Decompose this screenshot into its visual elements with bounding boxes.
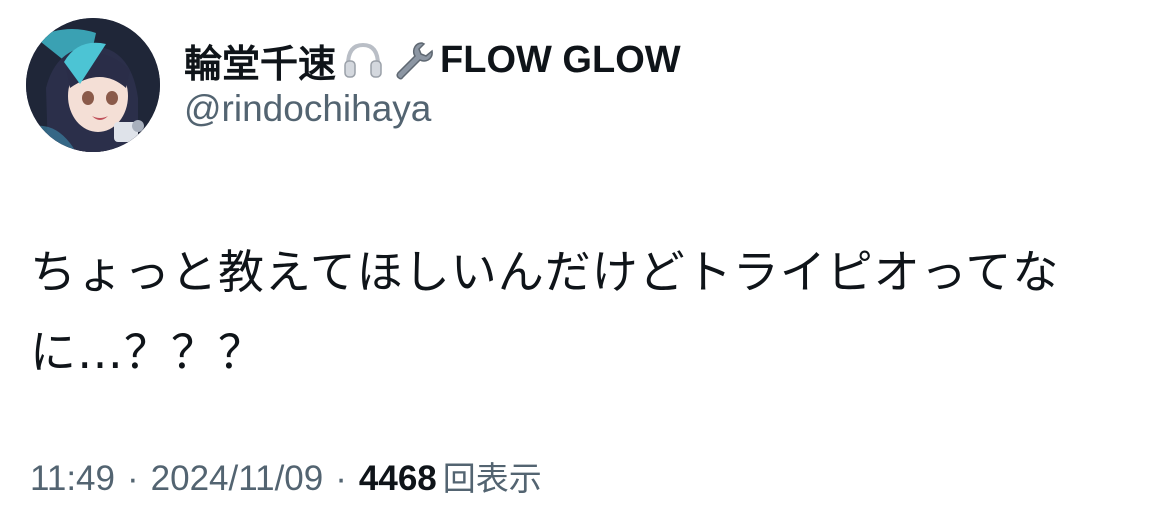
avatar-image (26, 18, 160, 152)
wrench-icon (390, 37, 436, 83)
author-handle[interactable]: @rindochihaya (184, 88, 431, 130)
avatar[interactable] (26, 18, 160, 152)
meta-separator: · (127, 459, 139, 498)
tweet-meta: 11:49 · 2024/11/09 · 4468 回表示 (30, 452, 542, 500)
headphones-icon (340, 37, 386, 83)
author-display-name[interactable]: 輪堂千速 (184, 33, 336, 88)
tweet-date[interactable]: 2024/11/09 (151, 459, 324, 499)
tweet: 輪堂千速 FLOW GLOW @rindochihaya ちょっと教えてほしいん… (0, 0, 1170, 510)
meta-separator: · (335, 459, 347, 498)
tweet-text: ちょっと教えてほしいんだけどトライピオってなに…？？？ (30, 245, 1060, 379)
author-name-suffix[interactable]: FLOW GLOW (440, 39, 681, 82)
tweet-time[interactable]: 11:49 (30, 459, 115, 499)
author-name-row[interactable]: 輪堂千速 FLOW GLOW (184, 34, 681, 86)
views-count[interactable]: 4468 (359, 459, 437, 499)
views-label: 回表示 (442, 459, 542, 498)
